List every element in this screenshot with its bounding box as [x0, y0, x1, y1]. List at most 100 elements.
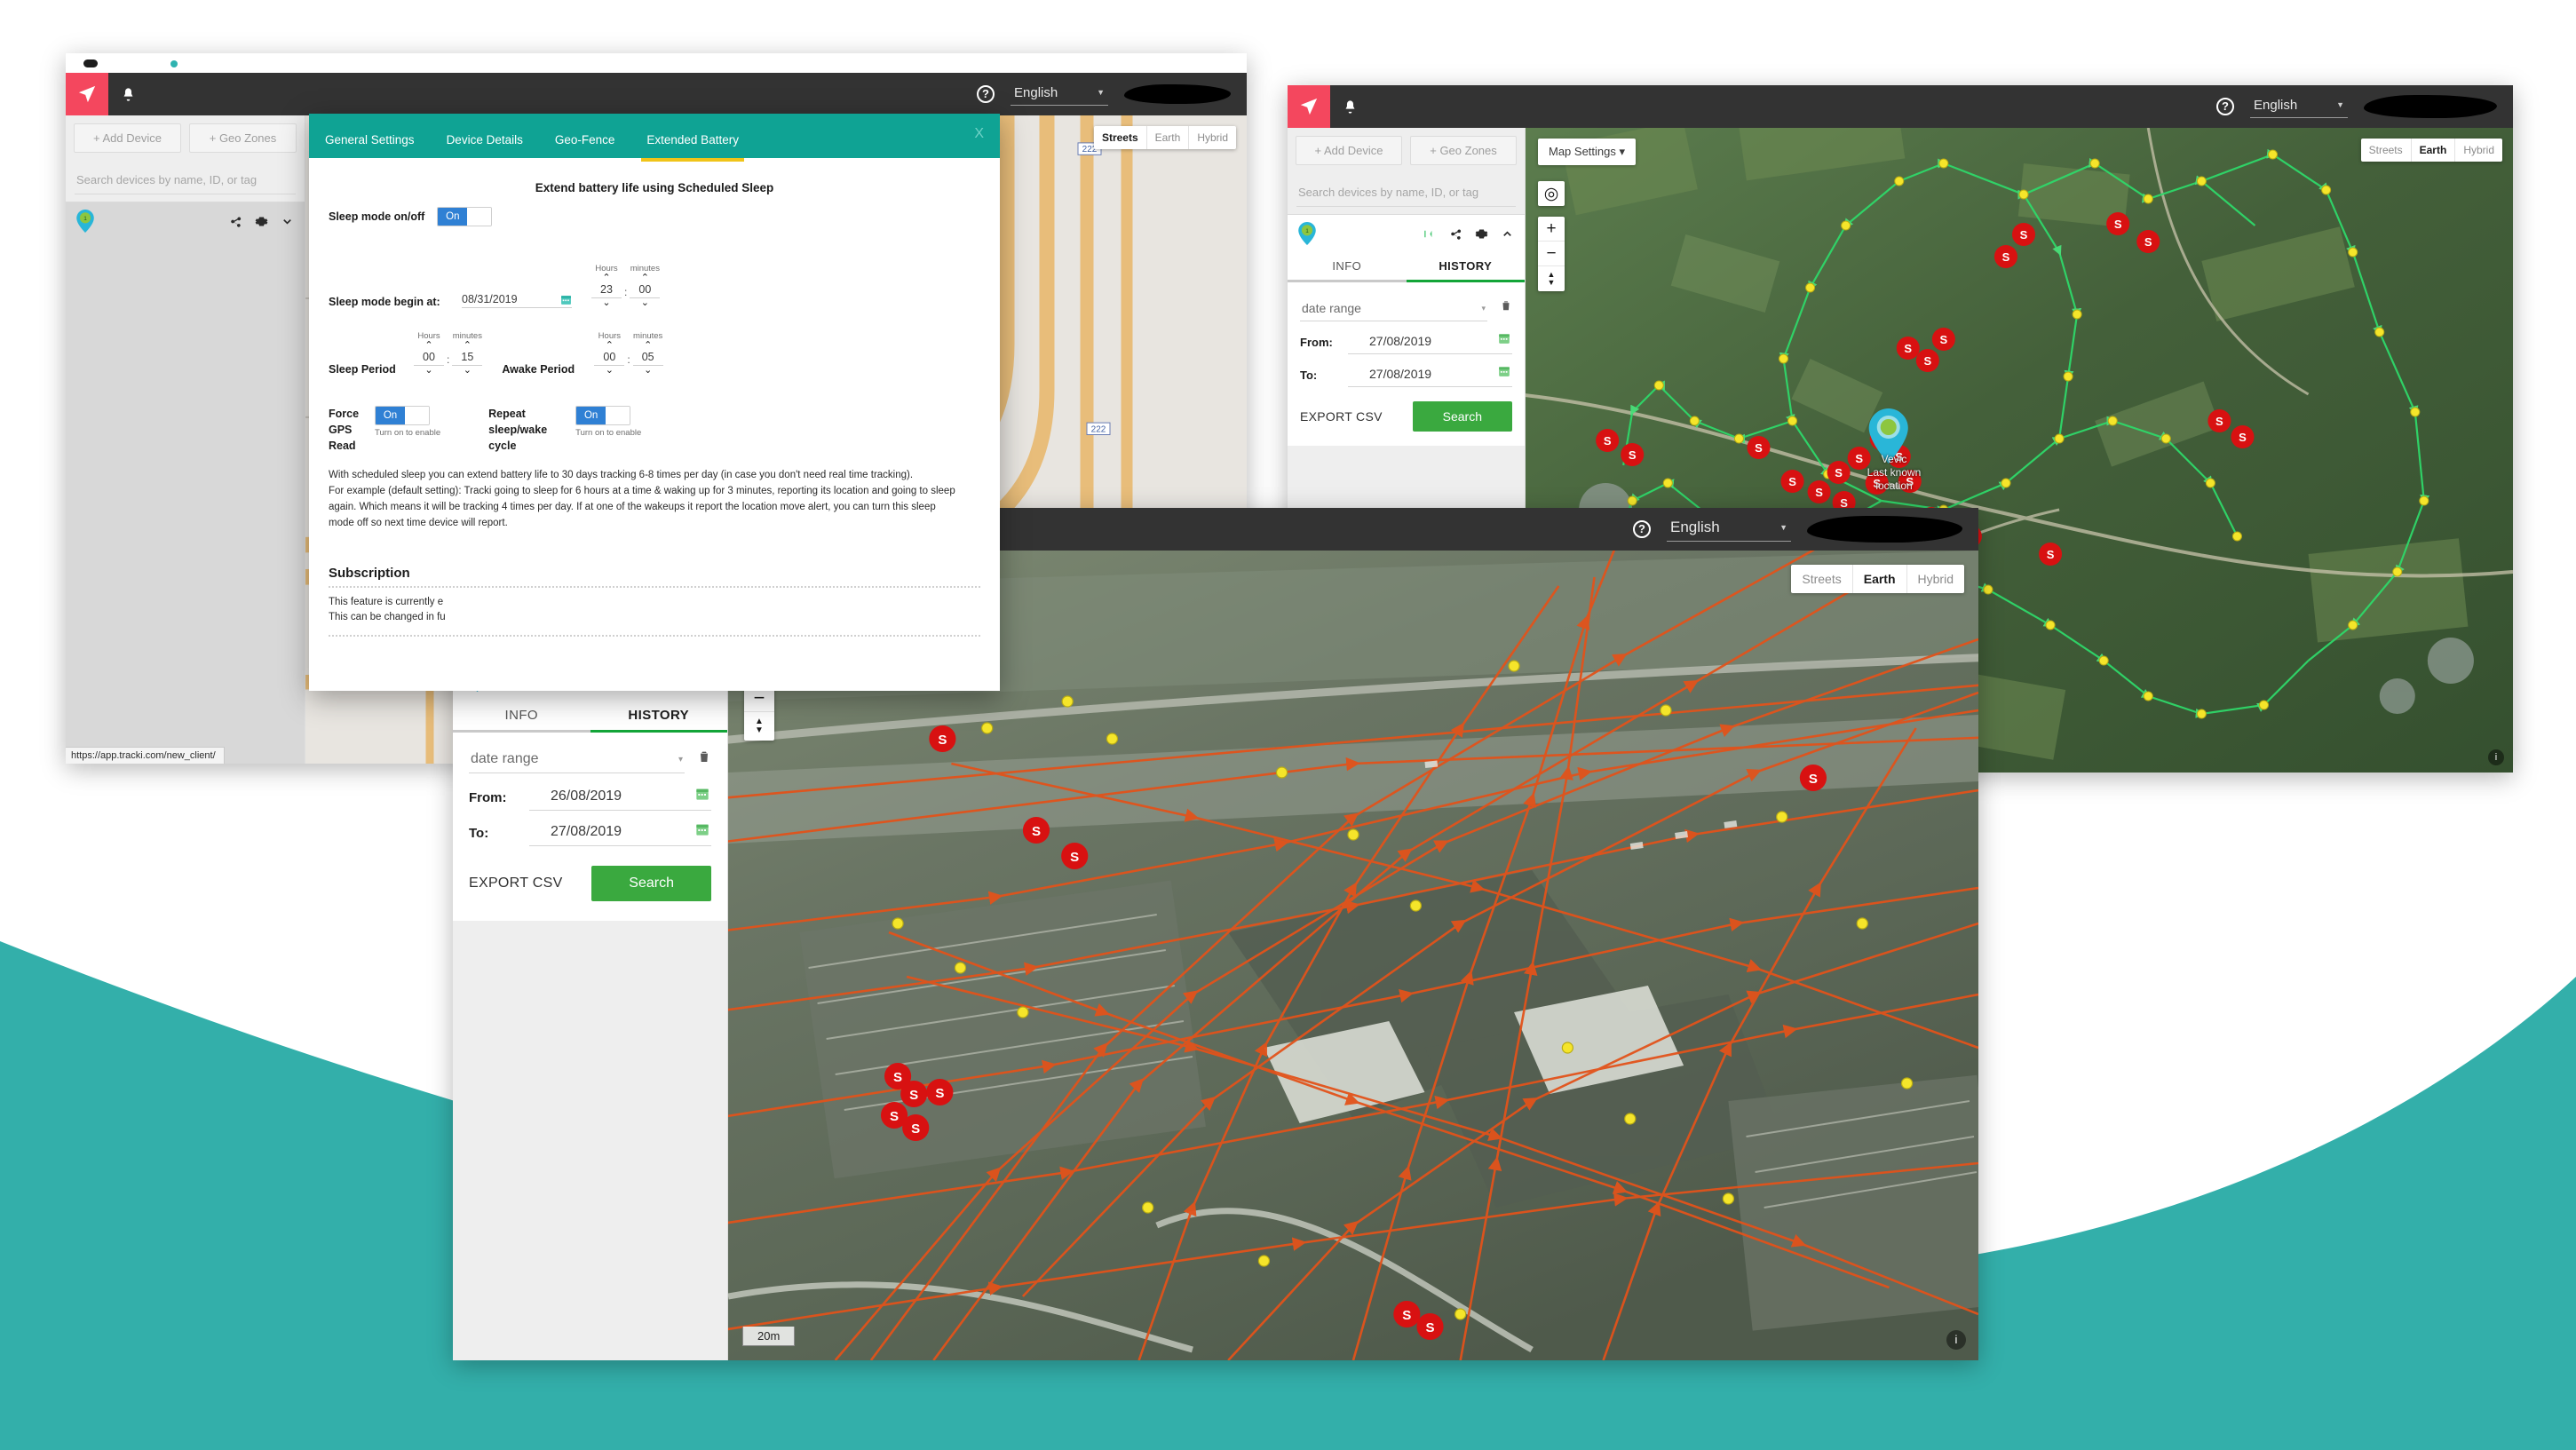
export-csv-button[interactable]: EXPORT CSV — [469, 876, 563, 891]
device-settings-modal[interactable]: General Settings Device Details Geo-Fenc… — [309, 114, 1000, 691]
locate-icon[interactable]: ◎ — [1538, 181, 1565, 206]
map-style-hybrid[interactable]: Hybrid — [1189, 126, 1236, 149]
chevron-down-icon[interactable]: ⌄ — [424, 366, 432, 376]
repeat-cycle-toggle[interactable]: On — [575, 406, 631, 425]
sleep-mode-toggle[interactable]: On — [437, 207, 493, 226]
sleep-hours-stepper[interactable]: Hours ⌃ 00 ⌄ — [414, 331, 444, 376]
chevron-up-icon[interactable]: ⌃ — [641, 273, 649, 283]
tab-history[interactable]: HISTORY — [590, 699, 727, 733]
close-icon[interactable]: X — [974, 126, 984, 142]
search-devices-input[interactable]: Search devices by name, ID, or tag — [1296, 177, 1516, 207]
navigation-arrow-icon[interactable] — [1288, 85, 1330, 128]
tab-info[interactable]: INFO — [1288, 250, 1407, 282]
search-devices-input[interactable]: Search devices by name, ID, or tag — [75, 164, 296, 194]
export-csv-button[interactable]: EXPORT CSV — [1300, 409, 1383, 424]
trash-icon[interactable] — [1500, 298, 1512, 317]
gear-icon[interactable] — [1475, 227, 1488, 241]
device-card[interactable]: 1 INFO HISTORY date range — [1288, 215, 1525, 446]
chevron-up-icon[interactable]: ⌃ — [644, 341, 652, 351]
map-style-streets[interactable]: Streets — [2361, 139, 2412, 162]
calendar-icon[interactable] — [695, 822, 709, 841]
map-style-switcher[interactable]: Streets Earth Hybrid — [2360, 139, 2502, 162]
date-range-select[interactable]: date range ▾ — [1300, 293, 1487, 321]
map-style-hybrid[interactable]: Hybrid — [2455, 139, 2502, 162]
tab-extended-battery[interactable]: Extended Battery — [630, 133, 755, 162]
zoom-out-button[interactable]: − — [1538, 242, 1565, 266]
add-device-button[interactable]: + Add Device — [74, 123, 181, 153]
language-select[interactable]: English ▼ — [2250, 96, 2348, 118]
from-date-field[interactable]: 27/08/2019 — [1348, 329, 1512, 354]
map-style-earth[interactable]: Earth — [2412, 139, 2456, 162]
chevron-down-icon[interactable]: ⌄ — [644, 366, 652, 376]
pin-icon[interactable] — [1423, 227, 1437, 241]
from-date-field[interactable]: 26/08/2019 — [529, 784, 711, 811]
svg-text:S: S — [890, 1109, 899, 1124]
map-style-hybrid[interactable]: Hybrid — [1907, 565, 1964, 593]
periods-row: Sleep Period Hours ⌃ 00 ⌄ : minutes ⌃ 15… — [329, 331, 980, 376]
zoom-in-button[interactable]: + — [1538, 217, 1565, 242]
help-circle-icon[interactable]: ? — [977, 85, 995, 103]
tilt-icon[interactable]: ▲▼ — [1538, 266, 1565, 291]
awake-minutes-stepper[interactable]: minutes ⌃ 05 ⌄ — [632, 331, 663, 376]
chevron-down-icon[interactable]: ⌄ — [606, 366, 614, 376]
begin-hours-stepper[interactable]: Hours ⌃ 23 ⌄ — [591, 264, 622, 308]
chevron-up-icon[interactable]: ⌃ — [602, 273, 610, 283]
awake-hours-stepper[interactable]: Hours ⌃ 00 ⌄ — [594, 331, 625, 376]
geo-zones-button[interactable]: + Geo Zones — [189, 123, 297, 153]
date-range-select[interactable]: date range ▾ — [469, 743, 685, 773]
tab-device-details[interactable]: Device Details — [431, 133, 539, 158]
map-style-switcher[interactable]: Streets Earth Hybrid — [1791, 565, 1964, 593]
map-style-switcher[interactable]: Streets Earth Hybrid — [1093, 126, 1236, 149]
map-zoom-controls[interactable]: + − ▲▼ — [1538, 217, 1565, 291]
add-device-button[interactable]: + Add Device — [1296, 136, 1402, 165]
help-circle-icon[interactable]: ? — [1633, 520, 1651, 538]
device-card[interactable]: 1 — [66, 202, 305, 764]
force-gps-toggle[interactable]: On — [375, 406, 430, 425]
language-select[interactable]: English ▼ — [1011, 83, 1108, 106]
map-info-badge[interactable]: i — [2488, 749, 2504, 765]
to-date-field[interactable]: 27/08/2019 — [529, 820, 711, 846]
chevron-up-icon[interactable]: ⌃ — [424, 341, 432, 351]
help-circle-icon[interactable]: ? — [2216, 98, 2234, 115]
tilt-icon[interactable]: ▲▼ — [744, 712, 774, 741]
share-icon[interactable] — [1449, 227, 1462, 241]
tab-history[interactable]: HISTORY — [1406, 250, 1525, 282]
chevron-down-icon[interactable]: ⌄ — [641, 298, 649, 308]
map-style-earth[interactable]: Earth — [1147, 126, 1190, 149]
chevron-up-icon[interactable]: ⌃ — [464, 341, 472, 351]
to-date-field[interactable]: 27/08/2019 — [1348, 362, 1512, 387]
tab-general-settings[interactable]: General Settings — [309, 133, 431, 158]
search-button[interactable]: Search — [591, 866, 711, 901]
device-card[interactable]: 1 INFO HISTORY date range — [453, 656, 727, 921]
sleep-begin-date-field[interactable]: 08/31/2019 — [462, 293, 572, 308]
map-style-earth[interactable]: Earth — [1853, 565, 1907, 593]
share-icon[interactable] — [229, 215, 242, 228]
trash-icon[interactable] — [697, 749, 711, 769]
tab-geo-fence[interactable]: Geo-Fence — [539, 133, 631, 158]
chevron-up-icon[interactable] — [1501, 227, 1514, 241]
map-style-streets[interactable]: Streets — [1094, 126, 1147, 149]
gear-icon[interactable] — [255, 215, 268, 228]
chevron-down-icon[interactable]: ⌄ — [464, 366, 472, 376]
language-select[interactable]: English ▼ — [1667, 517, 1791, 542]
tab-info[interactable]: INFO — [453, 699, 590, 733]
calendar-icon[interactable] — [560, 294, 572, 305]
chevron-down-icon[interactable]: ⌄ — [602, 298, 610, 308]
calendar-icon[interactable] — [695, 787, 709, 805]
map-locate-control[interactable]: ◎ — [1538, 181, 1565, 206]
geo-zones-button[interactable]: + Geo Zones — [1410, 136, 1517, 165]
sleep-minutes-stepper[interactable]: minutes ⌃ 15 ⌄ — [452, 331, 483, 376]
map-info-badge[interactable]: i — [1946, 1330, 1966, 1350]
search-button[interactable]: Search — [1412, 401, 1512, 432]
map-settings-button[interactable]: Map Settings ▾ — [1538, 139, 1637, 165]
calendar-icon[interactable] — [1498, 332, 1510, 349]
calendar-icon[interactable] — [1498, 365, 1510, 382]
chevron-down-icon[interactable] — [281, 215, 294, 228]
navigation-arrow-icon[interactable] — [66, 73, 108, 115]
svg-text:S: S — [1873, 477, 1881, 490]
bell-icon[interactable] — [121, 86, 136, 103]
begin-minutes-stepper[interactable]: minutes ⌃ 00 ⌄ — [630, 264, 661, 308]
map-style-streets[interactable]: Streets — [1791, 565, 1853, 593]
chevron-up-icon[interactable]: ⌃ — [606, 341, 614, 351]
bell-icon[interactable] — [1343, 99, 1358, 115]
